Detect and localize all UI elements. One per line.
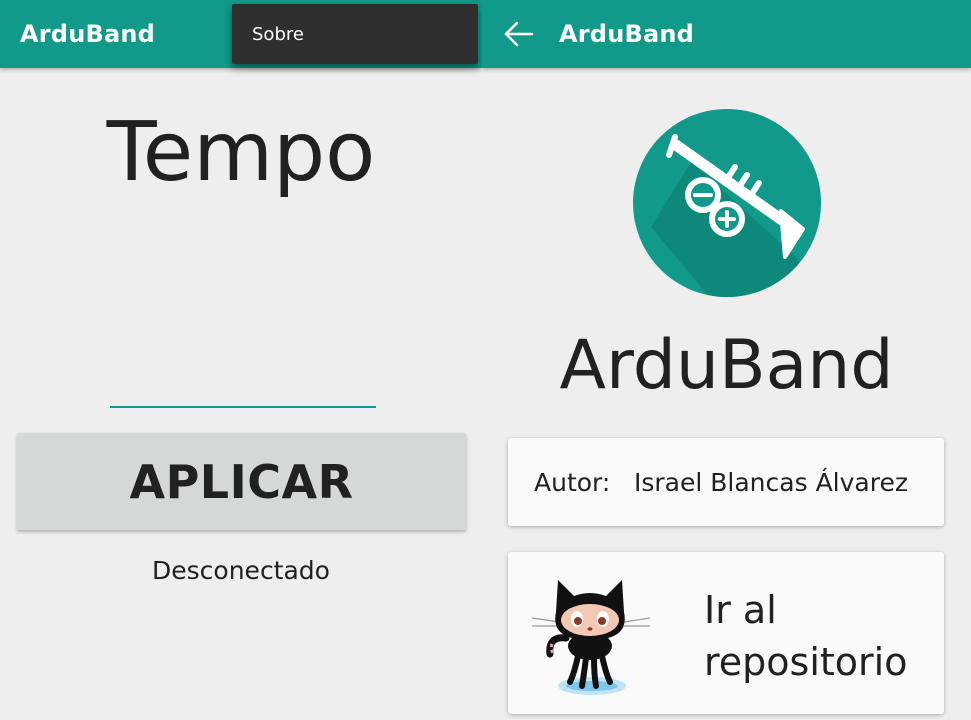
apply-button[interactable]: APLICAR xyxy=(17,433,466,530)
about-screen: ArduBand ArduBand Autor: Israel Blancas … xyxy=(482,0,971,720)
overflow-menu: Sobre xyxy=(232,4,478,64)
octocat-icon xyxy=(530,574,654,702)
tempo-input[interactable] xyxy=(110,352,376,408)
menu-item-sobre[interactable]: Sobre xyxy=(232,4,478,64)
app-title: ArduBand xyxy=(20,20,156,48)
repository-button[interactable]: Ir al repositorio xyxy=(508,552,944,714)
main-screen: ArduBand Sobre Tempo APLICAR Desconectad… xyxy=(0,0,482,720)
trumpet-infinity-logo xyxy=(631,107,823,299)
app-bar: ArduBand xyxy=(482,0,971,68)
tempo-label: Tempo xyxy=(106,105,376,200)
app-title: ArduBand xyxy=(559,20,695,48)
author-name: Israel Blancas Álvarez xyxy=(634,468,908,497)
app-name: ArduBand xyxy=(559,326,894,405)
author-label: Autor: xyxy=(534,468,611,497)
repository-label: Ir al repositorio xyxy=(704,588,908,684)
author-card: Autor: Israel Blancas Álvarez xyxy=(508,438,944,526)
arrow-left-icon[interactable] xyxy=(498,14,538,54)
connection-status: Desconectado xyxy=(152,556,330,585)
